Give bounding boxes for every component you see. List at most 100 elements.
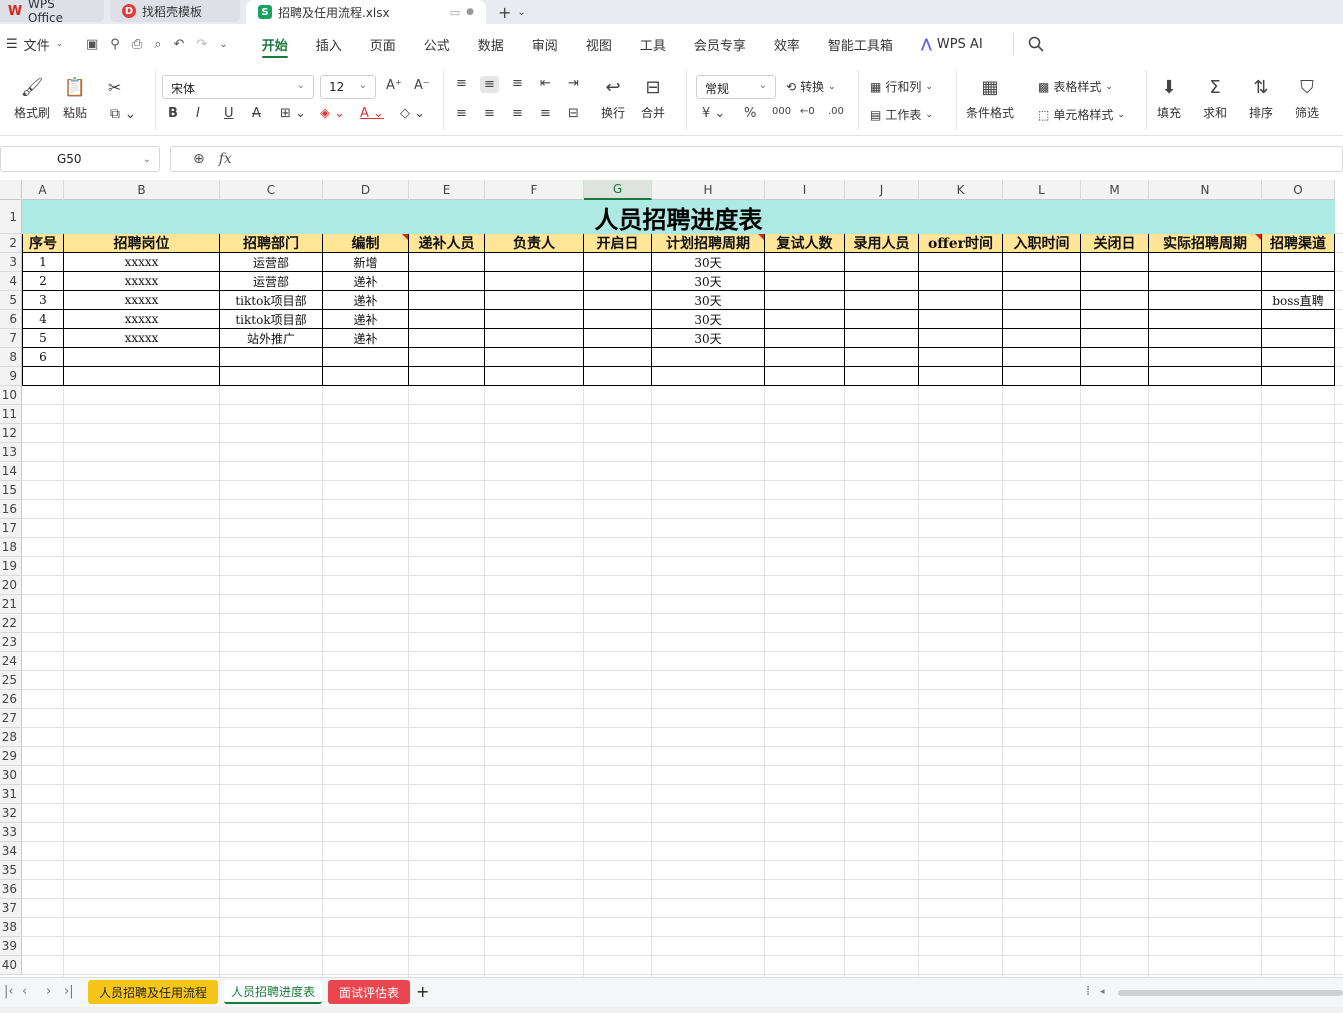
menu-insert[interactable]: 插入	[302, 24, 356, 64]
row-header-25[interactable]: 25	[0, 671, 22, 690]
table-cell[interactable]	[1149, 310, 1262, 329]
font-color-icon[interactable]: A ⌄	[360, 106, 384, 121]
name-box[interactable]: G50 ⌄	[0, 146, 160, 172]
row-header-19[interactable]: 19	[0, 557, 22, 576]
fx-icon[interactable]: fx	[219, 151, 232, 167]
menu-member[interactable]: 会员专享	[680, 24, 760, 64]
table-cell[interactable]	[1149, 272, 1262, 291]
table-cell[interactable]	[584, 329, 652, 348]
table-cell[interactable]	[765, 253, 845, 272]
menu-wps-ai[interactable]: ⋀ WPS AI	[907, 24, 997, 64]
menu-data[interactable]: 数据	[464, 24, 518, 64]
row-header-8[interactable]: 8	[0, 348, 22, 367]
table-cell[interactable]	[485, 253, 584, 272]
redo-icon[interactable]: ↷	[196, 37, 207, 52]
comment-marker-icon[interactable]	[758, 234, 764, 240]
table-cell[interactable]: tiktok项目部	[220, 291, 323, 310]
align-middle-icon[interactable]: ≡	[480, 76, 499, 93]
table-cell[interactable]	[652, 367, 765, 386]
table-cell[interactable]	[919, 329, 1003, 348]
new-tab-icon[interactable]: +	[498, 3, 511, 22]
table-header-cell[interactable]: 入职时间	[1003, 234, 1081, 253]
table-header-cell[interactable]: 负责人	[485, 234, 584, 253]
justify-icon[interactable]: ≡	[540, 106, 551, 121]
table-cell[interactable]: 6	[22, 348, 64, 367]
row-header-5[interactable]: 5	[0, 291, 22, 310]
table-cell[interactable]	[1003, 329, 1081, 348]
table-cell[interactable]	[845, 291, 919, 310]
border-icon[interactable]: ⊞ ⌄	[280, 106, 306, 121]
table-cell[interactable]	[1081, 348, 1149, 367]
row-header-22[interactable]: 22	[0, 614, 22, 633]
table-header-cell[interactable]: 开启日	[584, 234, 652, 253]
column-header-k[interactable]: K	[919, 180, 1003, 200]
table-cell[interactable]	[652, 348, 765, 367]
cell-style-button[interactable]: ⬚ 单元格样式 ⌄	[1038, 106, 1125, 123]
table-cell[interactable]: 1	[22, 253, 64, 272]
table-cell[interactable]: 30天	[652, 310, 765, 329]
row-header-35[interactable]: 35	[0, 861, 22, 880]
row-header-33[interactable]: 33	[0, 823, 22, 842]
table-cell[interactable]: boss直聘	[1262, 291, 1335, 310]
table-cell[interactable]	[64, 367, 220, 386]
column-header-f[interactable]: F	[485, 180, 584, 200]
currency-icon[interactable]: ¥ ⌄	[702, 106, 725, 121]
formula-input[interactable]: ⊕ fx	[170, 146, 1343, 172]
zoom-icon[interactable]: ⊕	[193, 151, 205, 167]
table-cell[interactable]	[765, 348, 845, 367]
table-cell[interactable]	[845, 253, 919, 272]
print-preview-icon[interactable]: ⌕	[154, 37, 161, 52]
bold-icon[interactable]: B	[168, 106, 178, 121]
column-header-n[interactable]: N	[1149, 180, 1262, 200]
column-header-e[interactable]: E	[409, 180, 485, 200]
table-cell[interactable]	[1149, 367, 1262, 386]
sheet-tab-interview-eval[interactable]: 面试评估表	[328, 980, 410, 1004]
table-header-cell[interactable]: 复试人数	[765, 234, 845, 253]
table-cell[interactable]	[323, 367, 409, 386]
row-header-13[interactable]: 13	[0, 443, 22, 462]
align-left-icon[interactable]: ≡	[456, 106, 467, 121]
sheet-tab-recruit-progress[interactable]: 人员招聘进度表	[224, 980, 322, 1004]
menu-efficiency[interactable]: 效率	[760, 24, 814, 64]
tab-template[interactable]: D 找稻壳模板	[110, 0, 240, 22]
row-header-16[interactable]: 16	[0, 500, 22, 519]
table-cell[interactable]	[1081, 310, 1149, 329]
menu-tools[interactable]: 工具	[626, 24, 680, 64]
menu-home[interactable]: 开始	[248, 24, 302, 64]
table-cell[interactable]	[1081, 291, 1149, 310]
row-header-39[interactable]: 39	[0, 937, 22, 956]
table-cell[interactable]	[1262, 253, 1335, 272]
table-cell[interactable]	[485, 367, 584, 386]
table-cell[interactable]	[845, 367, 919, 386]
table-cell[interactable]: 4	[22, 310, 64, 329]
table-cell[interactable]	[1262, 272, 1335, 291]
comment-marker-icon[interactable]	[1255, 234, 1261, 240]
table-cell[interactable]: 30天	[652, 253, 765, 272]
row-header-28[interactable]: 28	[0, 728, 22, 747]
menu-view[interactable]: 视图	[572, 24, 626, 64]
table-cell[interactable]	[485, 348, 584, 367]
table-header-cell[interactable]: 序号	[22, 234, 64, 253]
row-header-30[interactable]: 30	[0, 766, 22, 785]
menu-smart-toolbox[interactable]: 智能工具箱	[814, 24, 907, 64]
table-cell[interactable]: xxxxx	[64, 272, 220, 291]
table-cell[interactable]	[765, 367, 845, 386]
horizontal-scrollbar[interactable]	[1118, 990, 1343, 996]
search-icon[interactable]	[1012, 33, 1044, 55]
table-cell[interactable]	[765, 310, 845, 329]
number-format-select[interactable]: 常规 ⌄	[696, 75, 776, 99]
table-cell[interactable]	[845, 348, 919, 367]
table-cell[interactable]	[919, 348, 1003, 367]
format-painter-button[interactable]: 🖌 格式刷	[14, 74, 50, 121]
table-cell[interactable]	[1081, 329, 1149, 348]
file-menu[interactable]: ☰ 文件 ⌄	[0, 35, 80, 54]
table-cell[interactable]	[220, 348, 323, 367]
strikethrough-icon[interactable]: A	[252, 106, 261, 121]
distribute-icon[interactable]: ⊟	[568, 106, 579, 121]
row-header-2[interactable]: 2	[0, 234, 22, 253]
row-header-31[interactable]: 31	[0, 785, 22, 804]
row-header-23[interactable]: 23	[0, 633, 22, 652]
fill-color-icon[interactable]: ◈ ⌄	[320, 106, 345, 121]
align-right-icon[interactable]: ≡	[512, 106, 523, 121]
fill-button[interactable]: ⬇ 填充	[1156, 74, 1182, 121]
